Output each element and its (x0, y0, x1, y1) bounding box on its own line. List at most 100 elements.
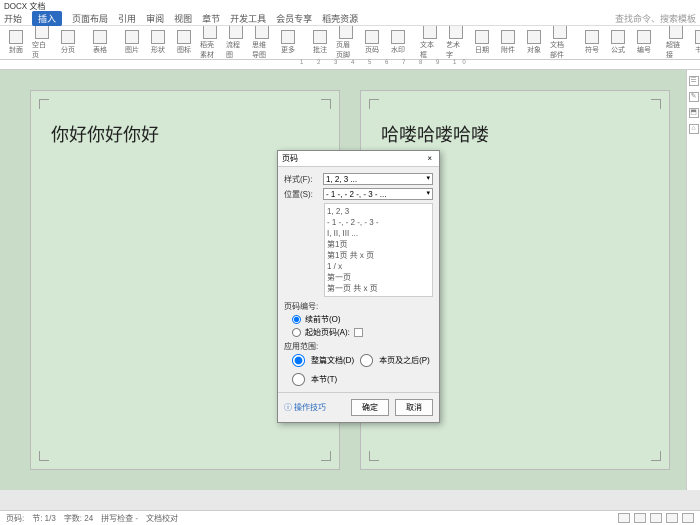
tab-section[interactable]: 章节 (202, 12, 220, 25)
status-doc[interactable]: 文档校对 (146, 513, 178, 524)
side-tool-icon[interactable]: ⌂ (689, 124, 699, 134)
cancel-button[interactable]: 取消 (395, 399, 433, 416)
tab-resource[interactable]: 稻壳资源 (322, 12, 358, 25)
ribbon-mind[interactable]: 思维导图 (252, 26, 272, 60)
ribbon-textbox[interactable]: 文本框 (420, 26, 440, 60)
ribbon-asset[interactable]: 稻壳素材 (200, 26, 220, 60)
ribbon-object[interactable]: 对象 (524, 30, 544, 55)
zoom-in-icon[interactable] (682, 513, 694, 523)
format-option[interactable]: I, II, III ... (327, 228, 430, 239)
status-section[interactable]: 节: 1/3 (32, 513, 56, 524)
close-button[interactable]: × (424, 154, 435, 163)
ribbon-header[interactable]: 页眉页脚 (336, 26, 356, 60)
status-spell[interactable]: 拼写检查 - (101, 513, 138, 524)
tab-view[interactable]: 视图 (174, 12, 192, 25)
format-dropdown-list: 1, 2, 3 - 1 -, - 2 -, - 3 - I, II, III .… (324, 203, 433, 297)
table-icon (93, 30, 107, 44)
tips-link[interactable]: ⓘ 操作技巧 (284, 402, 326, 413)
ribbon-parts[interactable]: 文档部件 (550, 26, 570, 60)
start-value-input[interactable] (354, 328, 363, 337)
ribbon-flow[interactable]: 流程图 (226, 26, 246, 60)
ribbon-number[interactable]: 编号 (634, 30, 654, 55)
ribbon-blank[interactable]: 空白页 (32, 26, 52, 60)
tab-reference[interactable]: 引用 (118, 12, 136, 25)
blank-icon (35, 26, 49, 39)
apply-whole-label: 整篇文档(D) (311, 355, 354, 366)
apply-section-label: 本页及之后(P) (379, 355, 430, 366)
asset-icon (203, 26, 217, 39)
format-option[interactable]: - 1 -, - 2 -, - 3 - (327, 217, 430, 228)
tab-start[interactable]: 开始 (4, 12, 22, 25)
ribbon: 封面 空白页 分页 表格 图片 形状 图标 稻壳素材 流程图 思维导图 更多 批… (0, 26, 700, 60)
view-mode-icon[interactable] (650, 513, 662, 523)
format-option[interactable]: 第1页 共 x 页 (327, 250, 430, 261)
ribbon-table[interactable]: 表格 (90, 30, 110, 55)
format-option[interactable]: 第一页 (327, 272, 430, 283)
header-icon (339, 26, 353, 39)
ribbon-attach[interactable]: 附件 (498, 30, 518, 55)
tab-review[interactable]: 审阅 (146, 12, 164, 25)
apply-current-radio[interactable] (292, 373, 305, 386)
symbol-icon (585, 30, 599, 44)
style-select[interactable]: 1, 2, 3 ... (323, 173, 433, 185)
ok-button[interactable]: 确定 (351, 399, 389, 416)
ribbon-wordart[interactable]: 艺术字 (446, 26, 466, 60)
corner-icon (369, 99, 379, 109)
ribbon-more[interactable]: 更多 (278, 30, 298, 55)
tab-layout[interactable]: 页面布局 (72, 12, 108, 25)
object-icon (527, 30, 541, 44)
ribbon-bookmark[interactable]: 书签 (692, 30, 700, 55)
ribbon-iconlib[interactable]: 图标 (174, 30, 194, 55)
tab-insert[interactable]: 插入 (32, 11, 62, 26)
start-radio[interactable] (292, 328, 301, 337)
format-option[interactable]: 第一页 共 x 页 (327, 283, 430, 294)
ribbon-symbol[interactable]: 符号 (582, 30, 602, 55)
page-text[interactable]: 你好你好你好 (51, 121, 319, 147)
ruler: 1 2 3 4 5 6 7 8 9 10 (0, 60, 700, 70)
iconlib-icon (177, 30, 191, 44)
ribbon-cover[interactable]: 封面 (6, 30, 26, 55)
tab-member[interactable]: 会员专享 (276, 12, 312, 25)
ribbon-date[interactable]: 日期 (472, 30, 492, 55)
pagenum-icon (365, 30, 379, 44)
status-words[interactable]: 字数: 24 (64, 513, 93, 524)
corner-icon (651, 451, 661, 461)
side-panel: ☰ ✎ ⬒ ⌂ (686, 70, 700, 490)
side-tool-icon[interactable]: ⬒ (689, 108, 699, 118)
shape-icon (151, 30, 165, 44)
ribbon-break[interactable]: 分页 (58, 30, 78, 55)
view-mode-icon[interactable] (618, 513, 630, 523)
page-number-dialog: 页码 × 样式(F): 1, 2, 3 ... 位置(S): - 1 -, - … (277, 150, 440, 423)
ribbon-pagenum[interactable]: 页码 (362, 30, 382, 55)
position-select[interactable]: - 1 -, - 2 -, - 3 - ... (323, 188, 433, 200)
date-icon (475, 30, 489, 44)
side-tool-icon[interactable]: ✎ (689, 92, 699, 102)
apply-section-radio[interactable] (360, 354, 373, 367)
link-icon (669, 26, 683, 39)
dialog-title: 页码 (282, 153, 298, 164)
dialog-footer: ⓘ 操作技巧 确定 取消 (278, 392, 439, 422)
format-option[interactable]: 第1页 (327, 239, 430, 250)
mind-icon (255, 26, 269, 39)
tab-dev[interactable]: 开发工具 (230, 12, 266, 25)
apply-whole-radio[interactable] (292, 354, 305, 367)
zoom-out-icon[interactable] (666, 513, 678, 523)
status-page[interactable]: 页码: (6, 513, 24, 524)
continue-radio[interactable] (292, 315, 301, 324)
numbering-label: 页码编号: (284, 301, 433, 312)
ribbon-equation[interactable]: 公式 (608, 30, 628, 55)
format-option[interactable]: 1, 2, 3 (327, 206, 430, 217)
bookmark-icon (695, 30, 700, 44)
search-hint[interactable]: 查找命令、搜索模板 (615, 12, 696, 25)
ribbon-comment[interactable]: 批注 (310, 30, 330, 55)
position-label: 位置(S): (284, 189, 320, 200)
ribbon-link[interactable]: 超链接 (666, 26, 686, 60)
number-icon (637, 30, 651, 44)
ribbon-watermark[interactable]: 水印 (388, 30, 408, 55)
ribbon-image[interactable]: 图片 (122, 30, 142, 55)
side-tool-icon[interactable]: ☰ (689, 76, 699, 86)
view-mode-icon[interactable] (634, 513, 646, 523)
page-text[interactable]: 哈喽哈喽哈喽 (381, 121, 649, 147)
ribbon-shape[interactable]: 形状 (148, 30, 168, 55)
format-option[interactable]: 1 / x (327, 261, 430, 272)
